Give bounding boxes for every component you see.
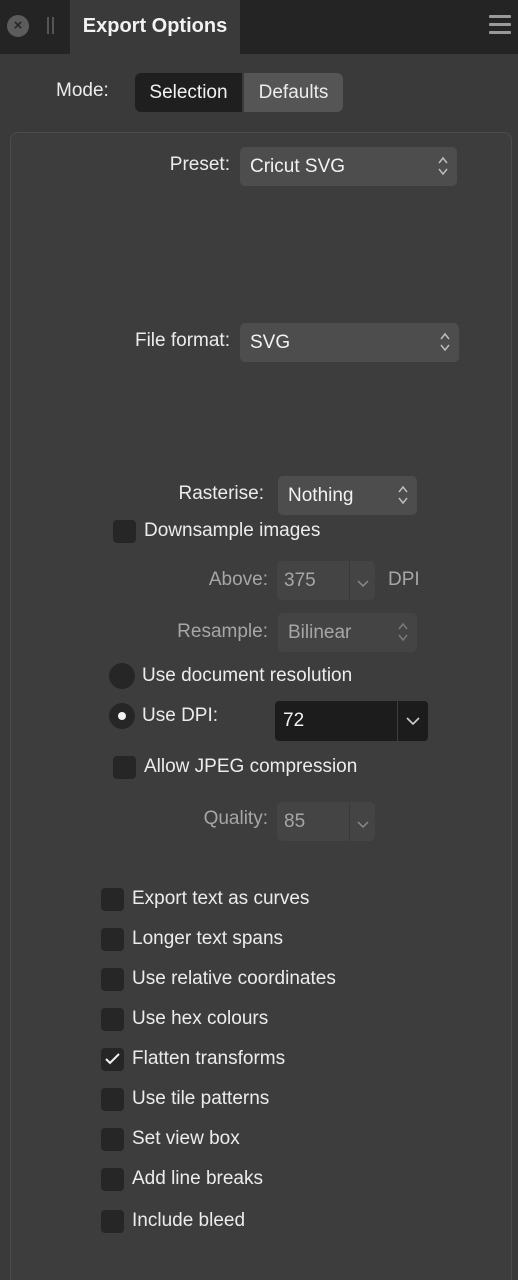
set-view-box-label: Set view box (132, 1128, 240, 1149)
use-dpi-radio[interactable] (109, 703, 135, 729)
file-format-label: File format: (134, 330, 230, 351)
up-down-arrows-icon (398, 485, 408, 505)
allow-jpeg-label: Allow JPEG compression (144, 756, 358, 777)
mode-defaults-button[interactable]: Defaults (244, 73, 343, 112)
downsample-checkbox[interactable] (113, 520, 136, 543)
up-down-arrows-icon (440, 332, 450, 352)
dpi-dropdown-button[interactable] (398, 701, 428, 741)
use-document-resolution-label: Use document resolution (142, 665, 353, 686)
use-hex-colours-label: Use hex colours (132, 1008, 269, 1029)
chevron-down-icon[interactable] (357, 816, 369, 834)
export-options-panel: × Export Options Mode: Selection Default… (0, 0, 518, 1280)
use-tile-patterns-label: Use tile patterns (132, 1088, 270, 1109)
file-format-value: SVG (250, 332, 291, 353)
include-bleed-label: Include bleed (132, 1210, 246, 1231)
up-down-arrows-icon (398, 622, 408, 642)
include-bleed-checkbox[interactable] (101, 1210, 124, 1233)
mode-selection-button[interactable]: Selection (135, 73, 242, 112)
rasterise-value: Nothing (288, 485, 354, 506)
quality-label: Quality: (203, 808, 268, 829)
quality-combo[interactable]: 85 (277, 802, 375, 841)
file-format-select[interactable]: SVG (240, 323, 459, 362)
close-icon[interactable]: × (7, 15, 29, 37)
chevron-down-icon[interactable] (357, 575, 369, 593)
use-document-resolution-radio[interactable] (109, 663, 135, 689)
add-line-breaks-label: Add line breaks (132, 1168, 263, 1189)
longer-text-spans-label: Longer text spans (132, 928, 284, 949)
use-dpi-label: Use DPI: (142, 705, 219, 726)
preset-select[interactable]: Cricut SVG (240, 147, 457, 186)
flatten-transforms-label: Flatten transforms (132, 1048, 286, 1069)
use-tile-patterns-checkbox[interactable] (101, 1088, 124, 1111)
title-bar: × Export Options (0, 0, 518, 54)
resample-label: Resample: (177, 621, 268, 642)
checkmark-icon (105, 1053, 120, 1065)
rasterise-select[interactable]: Nothing (278, 476, 417, 515)
export-text-as-curves-checkbox[interactable] (101, 888, 124, 911)
use-hex-colours-checkbox[interactable] (101, 1008, 124, 1031)
allow-jpeg-checkbox[interactable] (113, 756, 136, 779)
use-relative-coordinates-label: Use relative coordinates (132, 968, 336, 989)
above-value: 375 (284, 570, 316, 591)
preset-label: Preset: (169, 154, 230, 175)
above-unit: DPI (388, 569, 420, 590)
tab-export-options[interactable]: Export Options (70, 0, 240, 54)
longer-text-spans-checkbox[interactable] (101, 928, 124, 951)
flatten-transforms-checkbox[interactable] (101, 1048, 124, 1071)
above-label: Above: (208, 569, 268, 590)
use-relative-coordinates-checkbox[interactable] (101, 968, 124, 991)
export-text-as-curves-label: Export text as curves (132, 888, 310, 909)
downsample-label: Downsample images (144, 520, 321, 541)
up-down-arrows-icon (438, 156, 448, 176)
mode-label: Mode: (56, 80, 109, 101)
rasterise-label: Rasterise: (178, 483, 264, 504)
set-view-box-checkbox[interactable] (101, 1128, 124, 1151)
add-line-breaks-checkbox[interactable] (101, 1168, 124, 1191)
quality-value: 85 (284, 811, 306, 832)
resample-value: Bilinear (288, 622, 352, 643)
chevron-down-icon (406, 717, 420, 726)
preset-value: Cricut SVG (250, 156, 346, 177)
radio-selected-dot (118, 712, 126, 720)
panel-grip-icon[interactable] (47, 17, 56, 34)
hamburger-menu-icon[interactable] (489, 15, 511, 34)
above-dpi-combo[interactable]: 375 (277, 561, 375, 600)
resample-select[interactable]: Bilinear (278, 613, 417, 652)
dpi-input[interactable]: 72 (275, 701, 397, 741)
